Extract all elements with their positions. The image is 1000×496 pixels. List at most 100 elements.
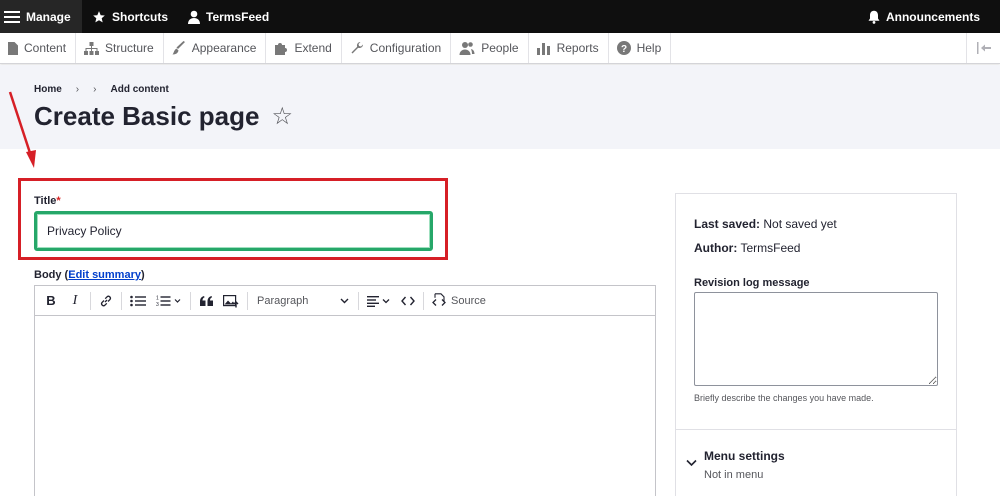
paragraph-format-dropdown[interactable]: Paragraph <box>253 290 353 312</box>
toolbar-separator <box>247 291 248 310</box>
manage-button[interactable]: Manage <box>0 0 82 33</box>
revision-log-help: Briefly describe the changes you have ma… <box>694 393 874 403</box>
last-saved-value: Not saved yet <box>763 217 837 231</box>
hamburger-icon <box>4 10 20 23</box>
body-field-label: Body (Edit summary) <box>34 269 145 281</box>
admin-toolbar: Manage Shortcuts TermsFeed Announcements <box>0 0 1000 33</box>
link-button[interactable] <box>96 290 116 312</box>
paintbrush-icon <box>172 41 185 55</box>
sitemap-icon <box>84 41 100 55</box>
announcements-label: Announcements <box>885 9 980 24</box>
svg-text:3: 3 <box>156 302 159 307</box>
tray-label-structure: Structure <box>105 41 154 55</box>
body-editor: B I 13 Paragraph Source <box>34 285 656 496</box>
shortcuts-label: Shortcuts <box>112 9 169 24</box>
edit-summary-link[interactable]: Edit summary <box>68 269 141 281</box>
link-icon <box>100 295 112 306</box>
bold-button[interactable]: B <box>41 290 61 312</box>
blockquote-button[interactable] <box>196 290 216 312</box>
user-label: TermsFeed <box>206 9 270 24</box>
author-line: Author: TermsFeed <box>694 241 800 255</box>
quote-icon <box>199 295 213 306</box>
source-label: Source <box>451 294 486 307</box>
italic-button[interactable]: I <box>65 290 85 312</box>
tray-label-configuration: Configuration <box>369 41 442 55</box>
author-label: Author: <box>694 241 738 255</box>
toolbar-separator <box>358 291 359 310</box>
numbered-list-button[interactable]: 13 <box>153 290 185 312</box>
tray-label-extend: Extend <box>294 41 332 55</box>
shortcuts-button[interactable]: Shortcuts <box>82 0 178 33</box>
meta-divider <box>676 429 956 430</box>
source-button[interactable]: Source <box>429 290 489 312</box>
paragraph-format-value: Paragraph <box>257 294 309 307</box>
tray-item-appearance[interactable]: Appearance <box>164 33 267 63</box>
tray-item-configuration[interactable]: Configuration <box>342 33 452 63</box>
toolbar-separator <box>190 291 191 310</box>
page-title-text: Create Basic page <box>34 101 260 131</box>
bar-chart-icon <box>536 42 550 55</box>
bulleted-list-icon <box>130 295 146 306</box>
toolbar-separator <box>423 291 424 310</box>
tray-item-content[interactable]: Content <box>0 33 77 63</box>
last-saved-label: Last saved: <box>694 217 761 231</box>
numbered-list-icon: 13 <box>156 295 181 307</box>
author-value: TermsFeed <box>740 241 801 255</box>
body-label-close: ) <box>140 269 145 281</box>
breadcrumb-separator: › <box>93 84 97 95</box>
breadcrumb-separator: › <box>75 84 80 95</box>
tray-label-appearance: Appearance <box>191 41 257 55</box>
breadcrumb-add-content[interactable]: Add content <box>110 84 168 95</box>
toolbar-orientation-toggle[interactable] <box>966 33 1000 63</box>
tray-item-reports[interactable]: Reports <box>529 33 609 63</box>
page-header: Home › › Add content Create Basic page ☆ <box>0 65 1000 149</box>
tray-item-people[interactable]: People <box>451 33 529 63</box>
revision-log-textarea[interactable] <box>694 292 938 386</box>
star-outline-icon[interactable]: ☆ <box>271 102 293 131</box>
tray-item-extend[interactable]: Extend <box>266 33 342 63</box>
revision-log-label: Revision log message <box>694 277 810 289</box>
wrench-icon <box>351 41 363 54</box>
tray-label-reports: Reports <box>556 41 599 55</box>
insert-image-button[interactable] <box>220 290 242 312</box>
menu-settings-toggle[interactable]: Menu settings <box>704 449 785 463</box>
tray-item-help[interactable]: ? Help <box>609 33 672 63</box>
code-icon <box>401 296 415 305</box>
editor-toolbar: B I 13 Paragraph Source <box>35 286 655 316</box>
chevron-down-icon <box>340 298 349 303</box>
text-align-dropdown[interactable] <box>364 290 394 312</box>
menu-settings-summary: Not in menu <box>704 469 764 481</box>
help-icon: ? <box>616 41 631 55</box>
body-label-text: Body ( <box>34 269 69 281</box>
svg-text:1: 1 <box>156 295 159 301</box>
document-icon <box>8 41 18 55</box>
bulleted-list-button[interactable] <box>127 290 149 312</box>
star-icon <box>93 10 105 22</box>
title-label-text: Title <box>34 195 57 207</box>
collapse-left-icon <box>976 42 991 54</box>
title-field-label: Title* <box>34 195 61 207</box>
entity-meta-sidebar: Last saved: Not saved yet Author: TermsF… <box>675 193 957 496</box>
toolbar-separator <box>90 291 91 310</box>
code-button[interactable] <box>398 290 418 312</box>
tray-item-structure[interactable]: Structure <box>76 33 164 63</box>
puzzle-icon <box>275 43 288 55</box>
user-button[interactable]: TermsFeed <box>178 0 279 33</box>
admin-tray: Content Structure Appearance Extend Conf… <box>0 33 1000 64</box>
annotation-arrow <box>8 91 36 168</box>
align-left-icon <box>367 295 390 307</box>
toolbar-separator <box>121 291 122 310</box>
editor-content-area[interactable] <box>35 316 655 496</box>
tray-label-content: Content <box>24 41 67 55</box>
svg-text:?: ? <box>621 44 627 55</box>
title-input[interactable] <box>34 211 433 251</box>
tray-label-people: People <box>481 41 519 55</box>
bell-icon <box>868 10 880 24</box>
last-saved-line: Last saved: Not saved yet <box>694 217 837 231</box>
tray-label-help: Help <box>636 41 662 55</box>
people-icon <box>459 42 475 55</box>
chevron-down-icon[interactable] <box>686 459 697 467</box>
source-icon <box>432 293 446 306</box>
announcements-button[interactable]: Announcements <box>858 0 1000 33</box>
manage-label: Manage <box>26 9 71 24</box>
